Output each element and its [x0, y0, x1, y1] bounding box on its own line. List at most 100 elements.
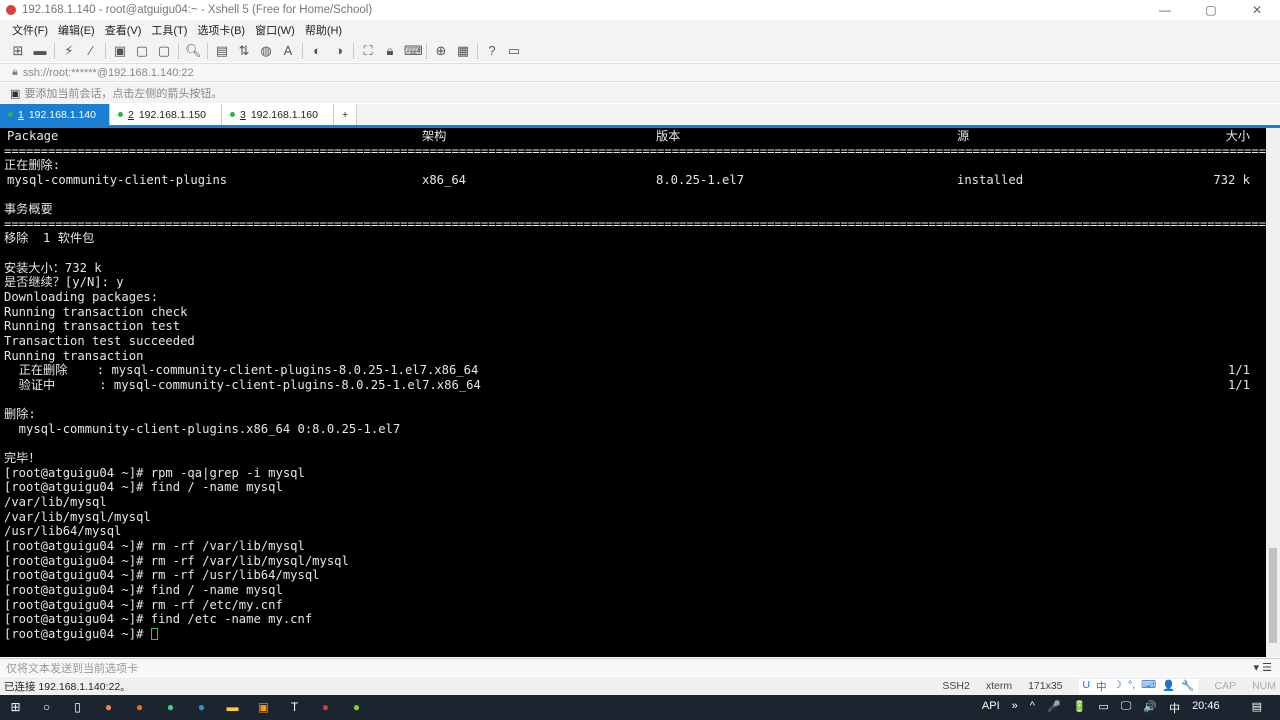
separator-line: ========================================… — [4, 143, 1266, 158]
ime-item[interactable]: 👤 — [1162, 679, 1175, 694]
tray-item[interactable]: 中 — [1169, 700, 1180, 716]
print-icon[interactable]: ▤ — [214, 43, 230, 59]
new-tab-icon[interactable]: ⊕ — [433, 43, 449, 59]
menu-icon[interactable]: ▾ ☰ — [1254, 661, 1272, 674]
compose-bar[interactable]: 仅将文本发送到当前选项卡 ▾ ☰ — [0, 658, 1280, 676]
clock[interactable]: 20:46 — [1192, 700, 1220, 716]
font-icon[interactable]: A — [280, 43, 296, 59]
tab-label: 192.168.1.160 — [250, 108, 318, 121]
address-bar[interactable]: 🔒︎ ssh://root:******@192.168.1.140:22 — [0, 63, 1280, 82]
row-col-1: x86_64 — [422, 172, 467, 187]
maximize-button[interactable]: ▢ — [1188, 0, 1234, 20]
chat-icon[interactable]: ▭ — [506, 43, 522, 59]
line-text: Running transaction test — [4, 319, 181, 334]
menu-item[interactable]: 选项卡(B) — [197, 22, 245, 38]
line-text: Running transaction — [4, 348, 144, 363]
line-text: 安装大小：732 k — [4, 260, 102, 275]
menu-item[interactable]: 工具(T) — [151, 22, 187, 38]
ime-toolbar[interactable]: U 中 ☽ °, ⌨ 👤 🔧 — [1078, 678, 1199, 694]
terminal-size: 171x35 — [1028, 680, 1063, 692]
terminal-scrollbar[interactable] — [1266, 128, 1280, 657]
reconnect-icon[interactable]: ⚡ — [61, 43, 77, 59]
chrome-icon[interactable]: ● — [163, 700, 178, 715]
transfer-icon[interactable]: ⇅ — [236, 43, 252, 59]
typora-icon[interactable]: T — [287, 700, 302, 715]
row-col-0: mysql-community-client-plugins — [7, 172, 228, 187]
lock-icon[interactable]: 🔒︎ — [382, 43, 398, 59]
xshell-icon[interactable]: ● — [318, 700, 333, 715]
ime-item[interactable]: ⌨ — [1141, 679, 1156, 694]
paste-icon[interactable]: ▢ — [156, 43, 172, 59]
menu-item[interactable]: 编辑(E) — [58, 22, 95, 38]
ime-item[interactable]: 中 — [1096, 679, 1107, 694]
row-col-2: 8.0.25-1.el7 — [656, 172, 745, 187]
line-text: 删除: — [4, 407, 36, 422]
help-icon[interactable]: ? — [484, 43, 500, 59]
tab-192.168.1.140[interactable]: 1 192.168.1.140 — [0, 104, 110, 125]
menu-item[interactable]: 查看(V) — [105, 22, 142, 38]
line-text: Transaction test succeeded — [4, 333, 195, 348]
add-tab-button[interactable]: + — [334, 104, 358, 125]
tab-192.168.1.150[interactable]: 2 192.168.1.150 — [110, 104, 222, 125]
xftp-icon[interactable]: ● — [349, 700, 364, 715]
line-text: [root@atguigu04 ~]# rpm -qa|grep -i mysq… — [4, 465, 305, 480]
terminal-line: Transaction test succeeded — [0, 334, 1266, 349]
tray-item[interactable]: 🖵 — [1121, 700, 1132, 716]
close-button[interactable]: ✕ — [1234, 0, 1280, 20]
line-text: [root@atguigu04 ~]# find / -name mysql — [4, 480, 283, 495]
ime-item[interactable]: ☽ — [1113, 679, 1122, 694]
xftp-icon[interactable]: ◐ — [309, 43, 325, 59]
cursor[interactable] — [150, 628, 158, 641]
task-view-icon[interactable]: ▯ — [70, 700, 85, 715]
tray-item[interactable]: 🔊 — [1143, 700, 1157, 716]
ime-item[interactable]: U — [1083, 679, 1091, 694]
edge-icon[interactable]: ● — [194, 700, 209, 715]
prompt-line[interactable]: [root@atguigu04 ~]# — [0, 627, 1266, 642]
browser-360-icon[interactable]: ● — [101, 700, 116, 715]
menu-item[interactable]: 窗口(W) — [255, 22, 295, 38]
search-icon[interactable]: ○ — [39, 700, 54, 715]
open-folder-icon[interactable]: ▬ — [32, 43, 48, 59]
layout-icon[interactable]: ▦ — [455, 43, 471, 59]
terminal-line: 删除: — [0, 407, 1266, 422]
terminal-line: [root@atguigu04 ~]# rpm -qa|grep -i mysq… — [0, 466, 1266, 481]
new-session-icon[interactable]: ⊞ — [10, 43, 26, 59]
tray-item[interactable]: 🎤 — [1047, 700, 1061, 716]
tray-item[interactable]: ^ — [1030, 700, 1035, 716]
tray-item[interactable]: ▭ — [1098, 700, 1108, 716]
tab-192.168.1.160[interactable]: 3 192.168.1.160 — [222, 104, 334, 125]
copy-icon[interactable]: ▢ — [134, 43, 150, 59]
notification-icon[interactable]: ▤ — [1252, 700, 1262, 716]
ime-item[interactable]: °, — [1128, 679, 1135, 694]
start-icon[interactable]: ⊞ — [8, 700, 23, 715]
keyboard-icon[interactable]: ⌨ — [404, 43, 423, 59]
fullscreen-icon[interactable]: ⛶ — [360, 43, 376, 59]
terminal-line: /var/lib/mysql — [0, 495, 1266, 510]
menu-item[interactable]: 文件(F) — [12, 22, 48, 38]
xagent-icon[interactable]: ◑ — [331, 43, 347, 59]
line-text: [root@atguigu04 ~]# rm -rf /etc/my.cnf — [4, 597, 283, 612]
globe-icon[interactable]: ◍ — [258, 43, 274, 59]
properties-icon[interactable]: ▣ — [112, 43, 128, 59]
disconnect-icon[interactable]: ∕ — [83, 43, 99, 59]
vm-icon[interactable]: ▣ — [256, 700, 271, 715]
minimize-button[interactable]: — — [1142, 0, 1188, 20]
arrow-icon[interactable]: ▣ — [10, 87, 20, 100]
ime-item[interactable]: 🔧 — [1181, 679, 1194, 694]
menu-item[interactable]: 帮助(H) — [305, 22, 342, 38]
file-explorer-icon[interactable]: ▬ — [225, 700, 240, 715]
address-text[interactable]: ssh://root:******@192.168.1.140:22 — [23, 67, 194, 79]
line-text: /var/lib/mysql/mysql — [4, 509, 151, 524]
tray-item[interactable]: API — [982, 700, 1000, 716]
line-text: /var/lib/mysql — [4, 495, 107, 510]
terminal-line: 是否继续？[y/N]: y — [0, 275, 1266, 290]
find-icon[interactable]: 🔍︎ — [185, 43, 202, 59]
header-col-2: 版本 — [656, 129, 681, 143]
tray-item[interactable]: 🔋 — [1073, 700, 1087, 716]
terminal[interactable]: Package 架构 版本源大小 ==========================… — [0, 128, 1266, 657]
firefox-icon[interactable]: ● — [132, 700, 147, 715]
tray-item[interactable]: » — [1012, 700, 1018, 716]
line-text: 验证中 : mysql-community-client-plugins-8.0… — [4, 377, 481, 392]
line-progress: 1/1 — [1227, 377, 1250, 392]
scrollbar-thumb[interactable] — [1269, 548, 1277, 643]
